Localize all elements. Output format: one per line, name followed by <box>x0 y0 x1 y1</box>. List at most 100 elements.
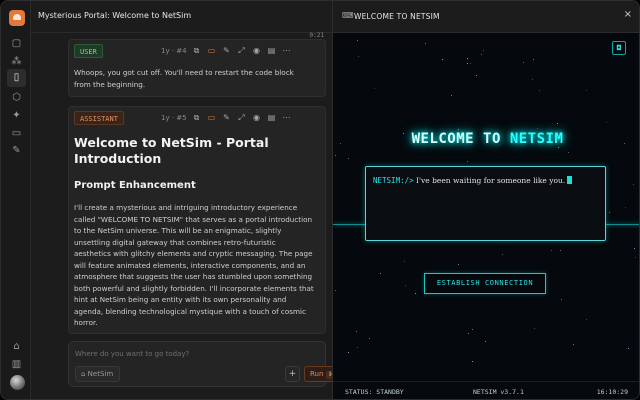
more-icon[interactable]: ⋯ <box>282 46 291 55</box>
copy-icon[interactable]: ⧉ <box>192 46 201 55</box>
edit-icon[interactable]: ✎ <box>222 46 231 55</box>
star <box>467 58 468 59</box>
message-subheading: Prompt Enhancement <box>74 180 196 191</box>
welcome-text: WELCOME TO <box>411 131 510 147</box>
star <box>476 75 477 76</box>
terminal-prompt: NETSIM:/> <box>373 176 414 185</box>
avatar[interactable] <box>10 375 25 390</box>
star <box>533 59 534 60</box>
expand-icon[interactable]: ⤢ <box>237 113 246 122</box>
establish-connection-button[interactable]: ESTABLISH CONNECTION <box>424 273 546 294</box>
robot-icon[interactable]: ◘ <box>612 41 626 55</box>
star <box>635 257 636 258</box>
star <box>335 155 336 156</box>
preview-panel: ⌨ WELCOME TO NETSIM × ◘ WELCOME TO NETSI… <box>332 1 639 399</box>
star <box>425 43 426 44</box>
close-icon[interactable]: × <box>624 9 632 20</box>
copy-icon[interactable]: ⧉ <box>192 113 201 122</box>
code-icon[interactable]: ▭ <box>207 113 216 122</box>
elapsed-time: 0:21 <box>309 32 324 39</box>
star <box>573 344 574 345</box>
star <box>356 331 357 332</box>
sidebar-toggle-icon[interactable]: ▥ <box>10 359 23 371</box>
cursor <box>567 176 573 184</box>
chat-header: Mysterious Portal: Welcome to NetSim ··· <box>31 1 332 33</box>
star <box>539 90 540 91</box>
home-icon[interactable]: ⌂ <box>10 341 23 353</box>
code-icon[interactable]: ▭ <box>207 46 216 55</box>
folder-icon[interactable]: ▭ <box>10 128 23 140</box>
edit-icon[interactable]: ✎ <box>222 113 231 122</box>
star <box>335 290 336 291</box>
star <box>628 348 629 349</box>
status-bar: STATUS: STANDBY NETSIM v3.7.1 16:10:29 <box>333 381 639 399</box>
star <box>483 50 484 51</box>
star <box>374 88 375 89</box>
star <box>358 56 359 57</box>
edit-icon[interactable]: ✎ <box>10 145 23 157</box>
star <box>481 54 482 55</box>
clock-text: 16:10:29 <box>596 388 628 396</box>
star <box>534 328 535 329</box>
left-rail: ▢ ⁂ ▯ ⬡ ✦ ▭ ✎ ⌂ ▥ <box>1 1 31 399</box>
star <box>380 273 381 274</box>
message-toolbar: ⧉ ▭ ✎ ⤢ ◉ ▤ ⋯ <box>192 113 291 123</box>
star <box>485 341 486 342</box>
trash-icon[interactable]: ▤ <box>267 113 276 122</box>
star <box>537 128 538 129</box>
add-button[interactable]: + <box>285 366 300 382</box>
eye-icon[interactable]: ◉ <box>252 113 261 122</box>
version-text: NETSIM v3.7.1 <box>473 388 524 396</box>
terminal-box: NETSIM:/> I've been waiting for someone … <box>365 166 606 241</box>
message-meta: 1y · #4 <box>161 47 187 55</box>
star <box>586 319 587 320</box>
star <box>357 347 358 348</box>
star <box>558 147 559 148</box>
star <box>458 264 459 265</box>
star <box>468 333 469 334</box>
message-toolbar: ⧉ ▭ ✎ ⤢ ◉ ▤ ⋯ <box>192 46 291 56</box>
chat-more-icon[interactable]: ··· <box>172 10 180 19</box>
more-icon[interactable]: ⋯ <box>282 113 291 122</box>
star <box>369 338 370 339</box>
message-text: Whoops, you got cut off. You'll need to … <box>74 68 294 89</box>
star <box>458 129 459 130</box>
star <box>557 123 558 124</box>
message-heading: Welcome to NetSim - Portal Introduction <box>74 135 269 166</box>
star <box>634 248 635 249</box>
star <box>609 212 610 213</box>
star <box>472 329 473 330</box>
preview-header: ⌨ WELCOME TO NETSIM × <box>333 1 639 33</box>
star <box>568 152 569 153</box>
star <box>472 361 473 362</box>
terminal-icon: ⌨ <box>342 11 354 20</box>
star <box>357 40 358 41</box>
star <box>467 63 468 64</box>
star <box>560 250 561 251</box>
star <box>606 122 607 123</box>
prompt-input[interactable] <box>75 348 315 360</box>
star <box>633 184 634 185</box>
trash-icon[interactable]: ▤ <box>267 46 276 55</box>
chip-label: NetSim <box>87 370 114 378</box>
star <box>586 90 587 91</box>
terminal-output: NETSIM:/> I've been waiting for someone … <box>373 175 601 186</box>
cube-icon[interactable]: ⬡ <box>10 92 23 104</box>
book-icon[interactable]: ▯ <box>7 69 26 87</box>
star <box>551 250 552 251</box>
chat-icon[interactable]: ▢ <box>10 38 23 50</box>
sparkle-icon[interactable]: ✦ <box>10 110 23 122</box>
run-label: Run <box>310 370 324 378</box>
chip-icon: ⌂ <box>81 370 88 378</box>
eye-icon[interactable]: ◉ <box>252 46 261 55</box>
grid-icon[interactable]: ⁂ <box>10 56 23 68</box>
star <box>502 254 503 255</box>
app-logo-icon[interactable] <box>9 10 25 26</box>
chat-title: Mysterious Portal: Welcome to NetSim <box>38 11 192 20</box>
message-text: I'll create a mysterious and intriguing … <box>74 203 314 327</box>
netsim-screen: ◘ WELCOME TO NETSIM NETSIM:/> I've been … <box>333 33 639 399</box>
expand-icon[interactable]: ⤢ <box>237 46 246 55</box>
chat-panel: Mysterious Portal: Welcome to NetSim ···… <box>31 1 350 399</box>
star <box>523 62 524 63</box>
model-chip[interactable]: ⌂ NetSim <box>75 366 121 382</box>
